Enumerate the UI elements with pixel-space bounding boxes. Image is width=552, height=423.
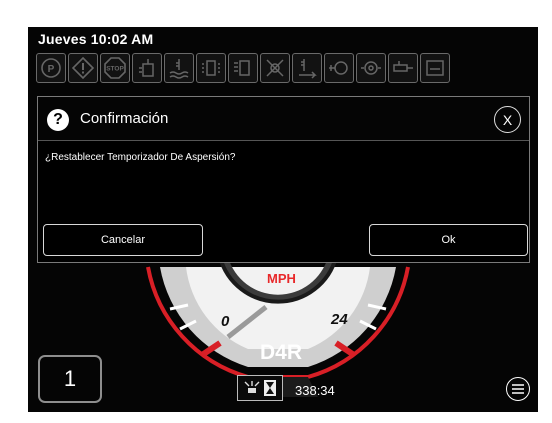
gear-number-label: 1 xyxy=(63,366,77,391)
dialog-title: Confirmación xyxy=(80,110,169,127)
gear-indicator: D4R xyxy=(260,341,303,364)
water-in-fuel-icon xyxy=(228,53,258,83)
dialog-message: ¿Restablecer Temporizador De Aspersión? xyxy=(45,152,236,163)
filter-icon xyxy=(196,53,226,83)
hamburger-icon xyxy=(512,384,524,394)
sprayer-icon xyxy=(244,381,260,393)
confirmation-dialog: ? Confirmación X ¿Restablecer Temporizad… xyxy=(37,96,530,263)
menu-button[interactable] xyxy=(506,377,530,401)
hourglass-icon xyxy=(264,380,276,396)
spray-timer-icon[interactable] xyxy=(237,375,283,401)
speed-unit-label: MPH xyxy=(267,271,296,286)
close-button[interactable]: X xyxy=(494,106,521,133)
svg-text:STOP: STOP xyxy=(106,66,124,73)
hydraulic-icon xyxy=(388,53,418,83)
stop-icon: STOP xyxy=(100,53,130,83)
ok-button[interactable]: Ok xyxy=(369,224,528,256)
cancel-button[interactable]: Cancelar xyxy=(43,224,203,256)
spray-timer-value: 338:34 xyxy=(295,383,335,398)
date-time: Jueves 10:02 AM xyxy=(38,31,154,47)
svg-text:P: P xyxy=(48,64,55,75)
transmission-temperature-icon xyxy=(292,53,322,83)
gauge-max-label: 24 xyxy=(331,311,348,328)
coolant-level-icon xyxy=(132,53,162,83)
gear-number-button[interactable]: 1 xyxy=(38,355,102,403)
oil-level-icon xyxy=(324,53,354,83)
parking-brake-icon: P xyxy=(36,53,66,83)
dialog-header: ? Confirmación X xyxy=(38,97,529,141)
question-icon: ? xyxy=(47,109,69,131)
regeneration-icon xyxy=(260,53,290,83)
indicator-bar: P STOP xyxy=(36,53,450,83)
gauge-min-label: 0 xyxy=(221,313,230,330)
machine-display: Jueves 10:02 AM P STOP MPH 0 24 D4R 1 33… xyxy=(28,27,538,412)
oil-pressure-icon xyxy=(356,53,386,83)
fuel-icon xyxy=(420,53,450,83)
coolant-temperature-icon xyxy=(164,53,194,83)
warning-icon xyxy=(68,53,98,83)
